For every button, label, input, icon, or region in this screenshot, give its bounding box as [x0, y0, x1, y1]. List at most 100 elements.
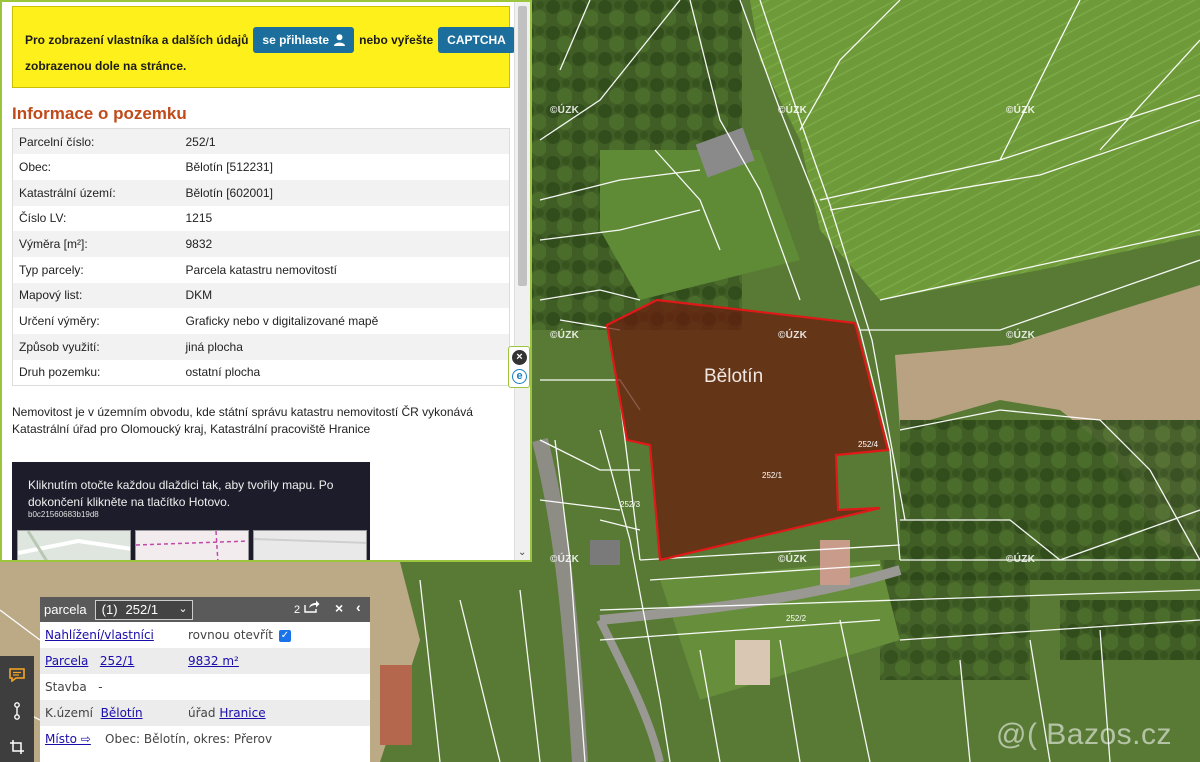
row-label: Parcelní číslo: [12, 128, 180, 155]
table-row: Typ parcely: Parcela katastru nemovitostí [12, 256, 510, 283]
parcela-link[interactable]: Parcela [45, 654, 88, 668]
parcel-popup: parcela (1) 252/1 ⌄ 2 × ‹ Nahlížení/vlas… [40, 597, 370, 762]
urad-label: úřad [188, 706, 216, 720]
captcha-id: b0c21560683b19d8 [28, 510, 99, 519]
pin-parcel-label: 252/1 [762, 471, 783, 480]
row-value: ostatní plocha [179, 359, 510, 386]
row-value: jiná plocha [179, 334, 510, 360]
panel-scrollbar[interactable]: ⌄ [514, 2, 530, 560]
parcel-info-panel: Pro zobrazení vlastníka a dalších údajů … [0, 0, 532, 562]
comment-icon[interactable] [0, 658, 34, 692]
row-value: 1215 [179, 205, 510, 232]
table-row: Způsob využití: jiná plocha [12, 334, 510, 360]
cadastral-office-note: Nemovitost je v územním obvodu, kde stát… [12, 405, 473, 436]
map-watermark: ©ÚZK [778, 554, 808, 565]
table-row: Místo ⇨ Obec: Bělotín, okres: Přerov [40, 726, 370, 752]
notice-text: zobrazenou dole na stránce. [25, 59, 187, 73]
row-label: Katastrální území: [12, 179, 180, 206]
ruler-icon[interactable] [0, 694, 34, 728]
row-value: Graficky nebo v digitalizované mapě [179, 308, 510, 334]
table-row: Obec: Bělotín [512231] [12, 154, 510, 180]
edge-browser-icon[interactable]: e [512, 369, 527, 384]
captcha-widget[interactable]: Kliknutím otočte každou dlaždici tak, ab… [12, 462, 370, 560]
map-watermark: ©ÚZK [1006, 554, 1036, 565]
parcela-number-link[interactable]: 252/1 [100, 654, 135, 668]
map-watermark: ©ÚZK [550, 554, 580, 565]
scroll-down-arrow-icon[interactable]: ⌄ [518, 547, 526, 558]
table-row: Nahlížení/vlastníci rovnou otevřít ✓ [40, 622, 370, 648]
select-value: 252/1 [125, 602, 159, 617]
map-toolbar [0, 656, 34, 762]
login-notice: Pro zobrazení vlastníka a dalších údajů … [12, 6, 515, 88]
popup-table: Nahlížení/vlastníci rovnou otevřít ✓ Parc… [40, 622, 370, 752]
row-value: 252/1 [179, 128, 510, 155]
open-directly-label: rovnou otevřít [188, 628, 273, 642]
captcha-tile[interactable] [135, 530, 249, 560]
crop-icon[interactable] [0, 730, 34, 762]
notice-text: Pro zobrazení vlastníka a dalších údajů [25, 33, 249, 47]
map-watermark: ©ÚZK [778, 105, 808, 116]
stavba-label: Stavba [45, 680, 87, 694]
parcela-area-link[interactable]: 9832 m² [188, 654, 239, 668]
misto-link[interactable]: Místo ⇨ [45, 732, 91, 746]
table-row: Parcela 252/1 9832 m² [40, 648, 370, 674]
close-circle-icon[interactable]: × [512, 350, 527, 365]
row-label: Obec: [12, 154, 180, 180]
row-label: Typ parcely: [12, 256, 180, 283]
map-watermark: ©ÚZK [1006, 330, 1036, 341]
user-icon [334, 34, 346, 46]
table-row: Katastrální území: Bělotín [602001] [12, 179, 510, 206]
login-button-label: se přihlaste [262, 33, 330, 47]
share-icon[interactable] [304, 600, 320, 616]
login-button[interactable]: se přihlaste [253, 27, 355, 53]
ku-link[interactable]: Bělotín [101, 706, 143, 720]
table-row: K.území Bělotín úřad Hranice [40, 700, 370, 726]
row-label: Výměra [m²]: [12, 231, 180, 257]
plot-label: 252/4 [858, 440, 879, 449]
urad-link[interactable]: Hranice [219, 706, 265, 720]
captcha-button[interactable]: CAPTCHA [438, 27, 515, 53]
table-row: Výměra [m²]: 9832 [12, 231, 510, 257]
nahlizeni-link[interactable]: Nahlížení/vlastníci [45, 628, 154, 642]
row-value: Bělotín [512231] [179, 154, 510, 180]
map-watermark: ©ÚZK [550, 105, 580, 116]
side-tools: × e [508, 346, 530, 388]
close-icon[interactable]: × [335, 600, 343, 616]
table-row: Určení výměry: Graficky nebo v digitalizo… [12, 308, 510, 334]
captcha-tile[interactable] [253, 530, 367, 560]
notice-text: nebo vyřešte [359, 33, 434, 47]
popup-type-label: parcela [44, 602, 87, 617]
parcel-area-label: Bělotín [704, 366, 764, 387]
row-label: Druh pozemku: [12, 359, 180, 386]
stavba-value: - [98, 680, 103, 694]
ku-label: K.území [45, 706, 93, 720]
captcha-instruction: Kliknutím otočte každou dlaždici tak, ab… [28, 478, 334, 509]
result-count: 2 [294, 604, 301, 616]
captcha-tile[interactable] [17, 530, 131, 560]
bazos-watermark: @( Bazos.cz [996, 718, 1172, 751]
select-index: (1) [101, 602, 118, 617]
parcel-select[interactable]: (1) 252/1 ⌄ [94, 599, 193, 620]
plot-label: 252/3 [620, 500, 641, 509]
scroll-thumb[interactable] [518, 6, 527, 286]
row-label: Číslo LV: [12, 205, 180, 232]
map-watermark: ©ÚZK [550, 330, 580, 341]
row-label: Způsob využití: [12, 334, 180, 360]
table-row: Druh pozemku: ostatní plocha [12, 359, 510, 386]
chevron-down-icon: ⌄ [178, 602, 188, 615]
map-watermark: ©ÚZK [778, 330, 808, 341]
table-row: Číslo LV: 1215 [12, 205, 510, 232]
misto-value: Obec: Bělotín, okres: Přerov [105, 732, 273, 746]
table-row: Mapový list: DKM [12, 282, 510, 309]
chevron-left-icon[interactable]: ‹ [356, 599, 361, 615]
parcel-info-table: Parcelní číslo: 252/1 Obec: Bělotín [51223… [12, 128, 510, 386]
row-label: Určení výměry: [12, 308, 180, 334]
table-row: Stavba - [40, 674, 370, 700]
open-directly-checkbox[interactable]: ✓ [278, 629, 291, 642]
plot-label: 252/2 [786, 614, 807, 623]
row-label: Mapový list: [12, 282, 180, 309]
row-value: DKM [179, 282, 510, 309]
table-row: Parcelní číslo: 252/1 [12, 128, 510, 155]
section-title: Informace o pozemku [12, 104, 187, 123]
row-value: Bělotín [602001] [179, 179, 510, 206]
